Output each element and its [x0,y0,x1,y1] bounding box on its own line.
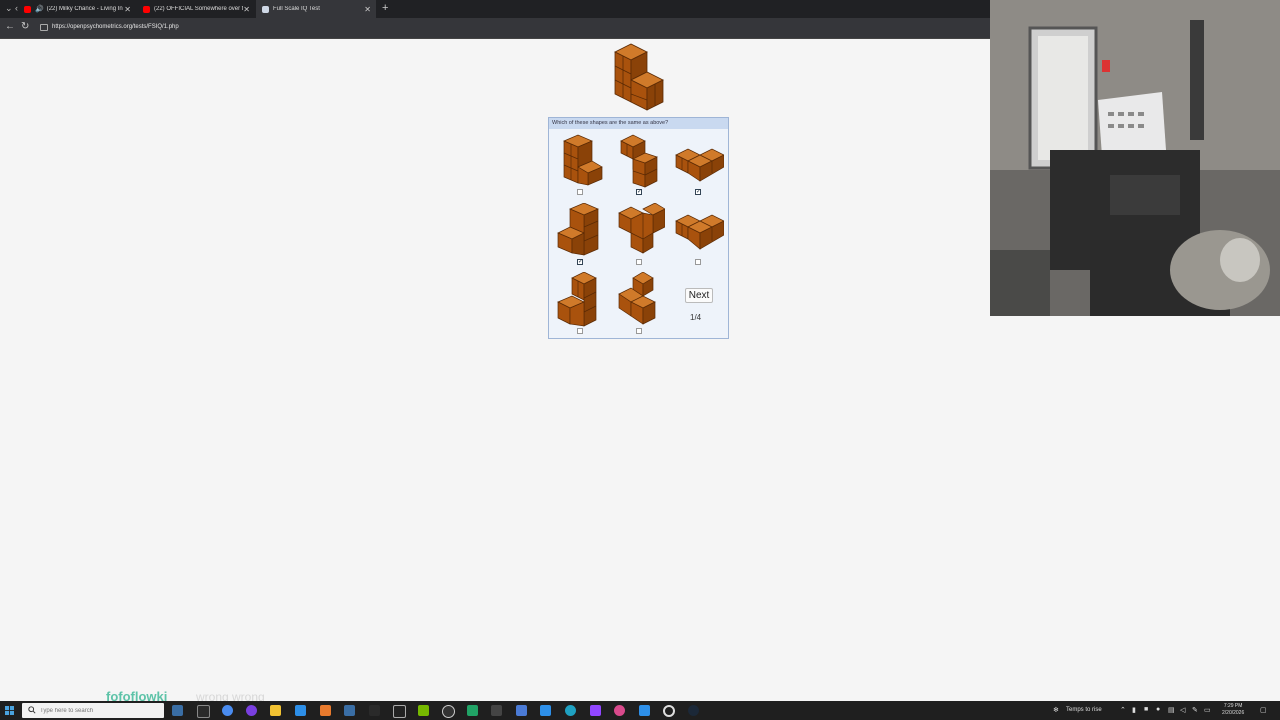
option-shape-image [557,203,599,256]
option-7-checkbox[interactable] [577,328,583,334]
option-shape-image [618,203,665,254]
chevron-up-icon[interactable]: ⌃ [1120,706,1127,714]
tray-app-icon[interactable]: ■ [1144,706,1151,714]
app-icon[interactable] [639,705,650,716]
option-5-checkbox[interactable] [636,259,642,265]
question-text: Which of these shapes are the same as ab… [549,118,728,129]
app-icon[interactable] [320,705,331,716]
obs-icon[interactable] [663,705,675,717]
twitch-icon[interactable] [590,705,601,716]
tab-title: (22) Milky Chance - Living In [46,6,123,12]
next-button[interactable]: Next [685,288,713,303]
app-icon[interactable] [197,705,210,718]
app-icon[interactable] [393,705,406,718]
task-view-icon[interactable] [172,705,183,716]
steam-icon[interactable] [688,705,699,716]
option-8-checkbox[interactable] [636,328,642,334]
chrome-icon[interactable] [222,705,233,716]
taskbar: ❄ Temps to rise ⌃ ▮ ■ ● ▤ ◁ ✎ ▭ 7:29 PM … [0,701,1280,720]
notifications-icon[interactable]: ▢ [1260,706,1267,714]
tray-app-icon[interactable]: ✎ [1192,706,1199,714]
folder-icon[interactable] [270,705,281,716]
option-shape-image [618,272,656,325]
option-4-checkbox[interactable]: ✓ [577,259,583,265]
keyboard-icon[interactable]: ▭ [1204,706,1211,714]
app-icon[interactable] [246,705,257,716]
option-7[interactable] [552,272,610,340]
nvidia-icon[interactable] [418,705,429,716]
tab-full-scale-iq[interactable]: Full Scale IQ Test ✕ [256,0,376,18]
tab-title: Full Scale IQ Test [273,6,320,12]
option-2[interactable]: ✓ [611,133,669,201]
option-1[interactable] [552,133,610,201]
option-shape-image [675,214,724,250]
tray-app-icon[interactable]: ● [1156,706,1163,714]
close-tab-icon[interactable]: ✕ [364,5,371,14]
tab-somewhere-over[interactable]: (22) OFFICIAL Somewhere over th ✕ [137,0,255,18]
weather-icon[interactable]: ❄ [1053,706,1060,714]
option-8[interactable] [611,272,669,340]
option-5[interactable] [611,203,669,271]
app-icon[interactable] [540,705,551,716]
weather-text[interactable]: Temps to rise [1066,707,1102,713]
search-icon [28,706,36,714]
option-shape-image [563,134,603,186]
app-icon[interactable] [516,705,527,716]
speaker-icon[interactable]: 🔊 [35,5,44,13]
option-6-checkbox[interactable] [695,259,701,265]
app-icon[interactable] [295,705,306,716]
option-2-checkbox[interactable]: ✓ [636,189,642,195]
app-icon[interactable] [344,705,355,716]
close-tab-icon[interactable]: ✕ [243,5,250,14]
option-shape-image [675,148,724,182]
edge-icon[interactable] [565,705,576,716]
new-tab-icon[interactable]: + [382,2,388,14]
clock-time: 7:29 PM [1223,703,1243,709]
youtube-icon [143,5,150,13]
lock-icon[interactable] [40,24,48,31]
taskbar-search[interactable] [22,703,164,718]
windows-start-icon[interactable] [5,706,14,715]
youtube-icon [24,5,31,13]
option-4[interactable]: ✓ [552,203,610,271]
tab-title: (22) OFFICIAL Somewhere over th [154,6,244,12]
reload-icon[interactable]: ↻ [21,21,29,32]
question-panel: Which of these shapes are the same as ab… [548,117,729,339]
page-icon [262,5,269,13]
network-icon[interactable]: ▤ [1168,706,1175,714]
app-icon[interactable] [442,705,455,718]
option-shape-image [557,272,597,327]
clock-date: 2/20/2026 [1222,710,1245,716]
option-shape-image [620,134,658,188]
app-icon[interactable] [369,705,380,716]
app-icon[interactable] [467,705,478,716]
progress-indicator: 1/4 [690,313,702,322]
back-icon[interactable]: ← [5,21,15,32]
option-3[interactable]: ✓ [670,133,728,201]
option-6[interactable] [670,203,728,271]
microphone-icon[interactable]: ▮ [1132,706,1139,714]
app-icon[interactable] [614,705,625,716]
webcam-feed-image [990,0,1280,316]
app-icon[interactable] [491,705,502,716]
close-tab-icon[interactable]: ✕ [124,5,131,14]
system-clock[interactable]: 7:29 PM 2/20/2026 [1222,703,1244,717]
option-3-checkbox[interactable]: ✓ [695,189,701,195]
search-input[interactable] [40,703,160,718]
tab-milky-chance[interactable]: 🔊 (22) Milky Chance - Living In ✕ [18,0,136,18]
tab-search-icon[interactable]: ⌄ [5,3,13,14]
volume-icon[interactable]: ◁ [1180,706,1187,714]
target-shape-image [614,43,664,111]
option-1-checkbox[interactable] [577,189,583,195]
url-field[interactable]: https://openpsychometrics.org/tests/FSIQ… [52,24,179,30]
